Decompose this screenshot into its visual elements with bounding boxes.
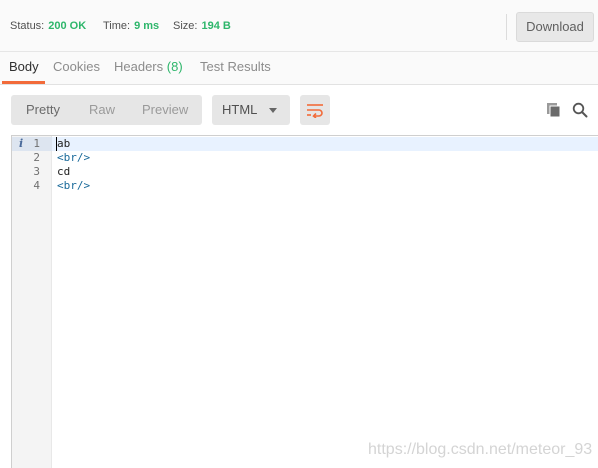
- time-label: Time:: [103, 20, 131, 32]
- copy-icon[interactable]: [546, 102, 562, 118]
- tab-cookies-label: Cookies: [53, 59, 100, 74]
- size-field: Size: 194 B: [173, 20, 231, 32]
- code-line: <br/>: [57, 179, 91, 192]
- wrap-lines-icon: [307, 104, 323, 118]
- line-number: 3: [33, 165, 40, 178]
- status-label: Status:: [10, 20, 45, 32]
- code-line: cd: [57, 165, 71, 178]
- time-value: 9 ms: [134, 20, 160, 32]
- response-status-bar: Status: 200 OK Time: 9 ms Size: 194 B Downl…: [0, 0, 598, 52]
- watermark: https://blog.csdn.net/meteor_93: [368, 441, 593, 458]
- line-number: 2: [33, 151, 40, 164]
- tab-cookies[interactable]: Cookies: [53, 52, 100, 85]
- wrap-lines-button[interactable]: [300, 95, 330, 125]
- tab-headers-label: Headers: [114, 59, 164, 74]
- size-value: 194 B: [201, 20, 231, 32]
- status-value: 200 OK: [48, 20, 87, 32]
- tab-body-label: Body: [9, 59, 39, 74]
- active-line-highlight: [52, 137, 598, 151]
- download-button[interactable]: Download: [516, 12, 594, 42]
- headers-count-badge: (8): [166, 59, 183, 74]
- text-cursor: [56, 137, 57, 151]
- code-line: ab: [57, 137, 71, 150]
- time-field: Time: 9 ms: [103, 20, 159, 32]
- response-tabs: Body Cookies Headers (8) Test Results: [0, 52, 598, 85]
- tab-headers[interactable]: Headers (8): [114, 52, 183, 85]
- line-number: 4: [33, 179, 40, 192]
- status-field: Status: 200 OK: [10, 20, 86, 32]
- active-tab-indicator: [2, 81, 45, 84]
- language-value: HTML: [222, 102, 258, 117]
- code-line: <br/>: [57, 151, 91, 164]
- response-body-editor[interactable]: i 1 2 3 4 ab <br/> cd <br/>: [11, 135, 598, 468]
- preview-button[interactable]: Preview: [142, 95, 188, 125]
- divider: [506, 14, 507, 40]
- raw-button[interactable]: Raw: [89, 95, 115, 125]
- search-icon[interactable]: [572, 102, 588, 118]
- tab-test-results-label: Test Results: [200, 59, 271, 74]
- tab-test-results[interactable]: Test Results: [200, 52, 271, 85]
- view-mode-group: Pretty Raw Preview: [11, 95, 202, 125]
- size-label: Size:: [173, 20, 198, 32]
- pretty-button[interactable]: Pretty: [26, 95, 60, 125]
- line-number: 1: [33, 137, 40, 150]
- language-select[interactable]: HTML: [212, 95, 290, 125]
- chevron-down-icon: [269, 108, 277, 113]
